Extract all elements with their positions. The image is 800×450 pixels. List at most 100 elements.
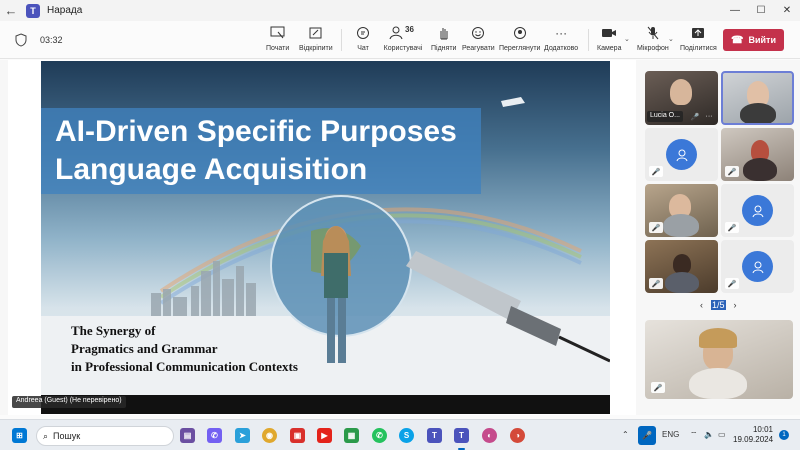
share-button[interactable]: Поділитися [680, 24, 717, 52]
previous-page-icon[interactable]: ‹ [700, 300, 703, 310]
mic-off-icon: 🎤 [690, 113, 700, 121]
people-icon: 36 [383, 24, 423, 42]
taskbar-search[interactable]: ⌕ Пошук [36, 426, 174, 446]
participant-tile-6[interactable]: 🎤 [721, 184, 794, 237]
microphone-icon [647, 24, 659, 42]
system-clock[interactable]: 10:01 19.09.2024 [733, 425, 773, 445]
more-button[interactable]: ··· Додатково [544, 24, 578, 52]
participant-body [665, 272, 699, 293]
participants-count: 36 [405, 25, 414, 34]
participant-face [670, 79, 692, 105]
view-button[interactable]: Переглянути [499, 24, 540, 52]
mic-off-icon: 🎤 [649, 166, 663, 177]
participant-face [673, 254, 691, 274]
slide-title-banner: AI-Driven Specific Purposes Language Acq… [41, 108, 481, 194]
youtube-icon[interactable]: ▶ [317, 428, 332, 443]
toolbar-divider [341, 29, 342, 51]
unpin-icon [308, 24, 324, 42]
shield-icon [15, 33, 27, 47]
view-icon [513, 24, 527, 42]
start-icon [270, 24, 286, 42]
slide-bottom-bar [41, 395, 610, 414]
slide-title-line2: Language Acquisition [55, 153, 368, 186]
camera-icon [601, 24, 617, 42]
participant-tile-7[interactable]: 🎤 [645, 240, 718, 293]
app-icon-round[interactable]: ◐ [482, 428, 497, 443]
participant-tile-2[interactable] [721, 71, 794, 125]
app-icon-files[interactable]: ▤ [180, 428, 195, 443]
participant-tile-1[interactable]: Lucia O... 🎤 ··· [645, 71, 718, 125]
toolbar-divider [588, 29, 589, 51]
participant-tile-4[interactable]: 🎤 [721, 128, 794, 181]
microphone-options-chevron-icon[interactable]: ⌄ [668, 35, 674, 43]
participant-body [743, 158, 777, 181]
react-button[interactable]: Реагувати [462, 24, 495, 52]
raise-hand-icon [437, 24, 451, 42]
people-button[interactable]: 36 Користувачі [383, 24, 423, 52]
wifi-icon[interactable]: ⌔ [690, 430, 698, 440]
chat-button[interactable]: Чат [356, 24, 370, 52]
unpin-button[interactable]: Відкріпити [299, 24, 333, 52]
mic-off-icon: 🎤 [725, 278, 739, 289]
mic-off-icon: 🎤 [649, 222, 663, 233]
participant-tile-5[interactable]: 🎤 [645, 184, 718, 237]
mic-off-icon: 🎤 [725, 166, 739, 177]
viber-icon[interactable]: ✆ [207, 428, 222, 443]
back-arrow-icon[interactable]: ← [0, 0, 22, 21]
slide-subtitle-line1: The Synergy of [71, 323, 156, 338]
whatsapp-icon[interactable]: ✆ [372, 428, 387, 443]
start-button[interactable]: Почати [266, 24, 289, 52]
more-icon: ··· [555, 26, 568, 40]
mic-off-icon: 🎤 [649, 278, 663, 289]
participant-tile-8[interactable]: 🎤 [721, 240, 794, 293]
notification-icon[interactable]: 1 [779, 430, 789, 440]
microphone-button[interactable]: Мікрофон [637, 24, 669, 52]
window-title-bar: ← T Нарада — ☐ ✕ [0, 0, 800, 21]
battery-icon[interactable]: ▭ [718, 430, 726, 439]
leave-button[interactable]: ☎ Вийти [723, 29, 784, 51]
red-app-icon[interactable]: ▣ [290, 428, 305, 443]
slide-subtitle-line3: in Professional Communication Contexts [71, 359, 298, 374]
teams-active-icon[interactable]: T [454, 428, 469, 443]
minimize-icon[interactable]: — [722, 0, 748, 21]
raise-hand-button[interactable]: Підняти [431, 24, 456, 52]
meeting-timer: 03:32 [40, 35, 63, 45]
slide-title-line1: AI-Driven Specific Purposes [55, 115, 457, 148]
chat-icon [356, 24, 370, 42]
camera-button[interactable]: Камера [597, 24, 621, 52]
app-icon-colorful[interactable]: ◑ [510, 428, 525, 443]
volume-icon[interactable]: 🔈 [704, 430, 714, 439]
tray-overflow-icon[interactable]: ⌃ [622, 430, 629, 439]
participant-hair [699, 328, 737, 348]
mic-off-icon: 🎤 [651, 382, 665, 393]
camera-options-chevron-icon[interactable]: ⌄ [624, 35, 630, 43]
chrome-icon[interactable]: ◉ [262, 428, 277, 443]
participant-body [689, 368, 747, 399]
maximize-icon[interactable]: ☐ [748, 0, 774, 21]
slide-subtitle-line2: Pragmatics and Grammar [71, 341, 218, 356]
more-options-icon[interactable]: ··· [702, 111, 716, 122]
meeting-toolbar: 03:32 Почати Відкріпити Чат 36 Користува… [0, 21, 800, 59]
skype-icon[interactable]: S [399, 428, 414, 443]
self-view-tile[interactable]: 🎤 [645, 320, 793, 399]
next-page-icon[interactable]: › [734, 300, 737, 310]
language-indicator[interactable]: ENG [662, 430, 679, 439]
participant-body [663, 214, 699, 237]
teams-logo-icon: T [26, 3, 40, 18]
search-icon: ⌕ [43, 430, 49, 441]
page-indicator: 1/5 [711, 300, 726, 310]
participant-tile-3[interactable]: 🎤 [645, 128, 718, 181]
teams-icon[interactable]: T [427, 428, 442, 443]
person-icon [676, 149, 687, 161]
telegram-icon[interactable]: ➤ [235, 428, 250, 443]
person-icon [752, 205, 763, 217]
participant-body [740, 103, 776, 123]
close-icon[interactable]: ✕ [774, 0, 800, 21]
windows-taskbar: ⊞ ⌕ Пошук ▤ ✆ ➤ ◉ ▣ ▶ ▦ ✆ S T T ◐ ◑ ⌃ 🎤 … [0, 419, 800, 450]
presenter-name-tag: Andreea (Guest) (Не перевірено) [12, 396, 126, 408]
app-icon-green[interactable]: ▦ [344, 428, 359, 443]
window-title: Нарада [47, 5, 83, 16]
windows-start-icon[interactable]: ⊞ [12, 428, 27, 443]
avatar [666, 139, 697, 170]
microphone-tray-icon[interactable]: 🎤 [638, 426, 656, 445]
